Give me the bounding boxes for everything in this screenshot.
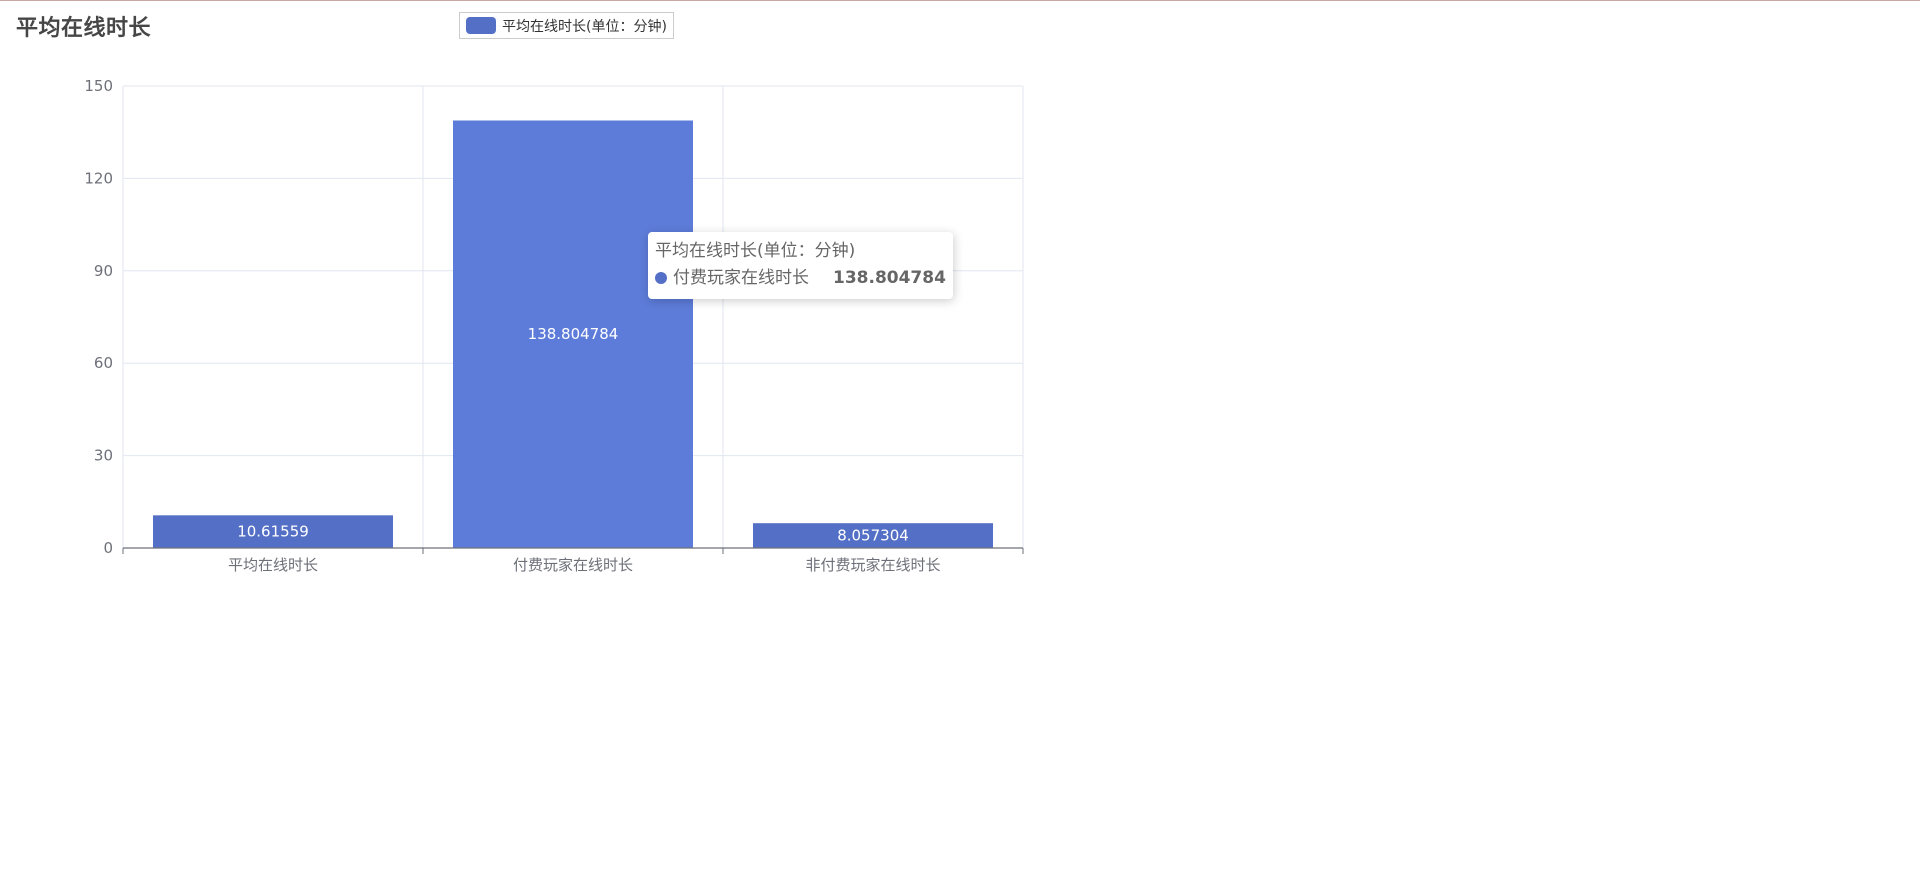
tooltip-series-value: 138.804784 — [833, 268, 946, 288]
y-tick-label: 0 — [103, 539, 113, 557]
y-tick-label: 120 — [84, 169, 113, 187]
bar-value-label: 138.804784 — [528, 325, 619, 343]
x-tick-label: 付费玩家在线时长 — [513, 556, 633, 574]
bar-value-label: 8.057304 — [837, 527, 909, 545]
tooltip-series-name: 付费玩家在线时长 — [673, 268, 809, 288]
bar-tooltip: 平均在线时长(单位：分钟) 付费玩家在线时长 138.804784 — [648, 232, 953, 299]
x-tick-label: 平均在线时长 — [228, 556, 318, 574]
y-tick-label: 150 — [84, 77, 113, 95]
x-tick-label: 非付费玩家在线时长 — [805, 556, 940, 574]
bar-value-label: 10.61559 — [237, 523, 309, 541]
bar-layer: 10.61559 138.804784 8.057304 — [153, 120, 993, 548]
tooltip-series-dot — [655, 272, 667, 284]
y-tick-label: 30 — [94, 447, 113, 465]
bar-chart: 10.61559 138.804784 8.057304 0 30 60 90 120 150… — [84, 77, 1024, 574]
tooltip-title: 平均在线时长(单位：分钟) — [655, 241, 856, 261]
tooltip-row: 付费玩家在线时长 138.804784 — [655, 264, 946, 292]
y-tick-label: 60 — [94, 354, 113, 372]
y-tick-label: 90 — [94, 262, 113, 280]
